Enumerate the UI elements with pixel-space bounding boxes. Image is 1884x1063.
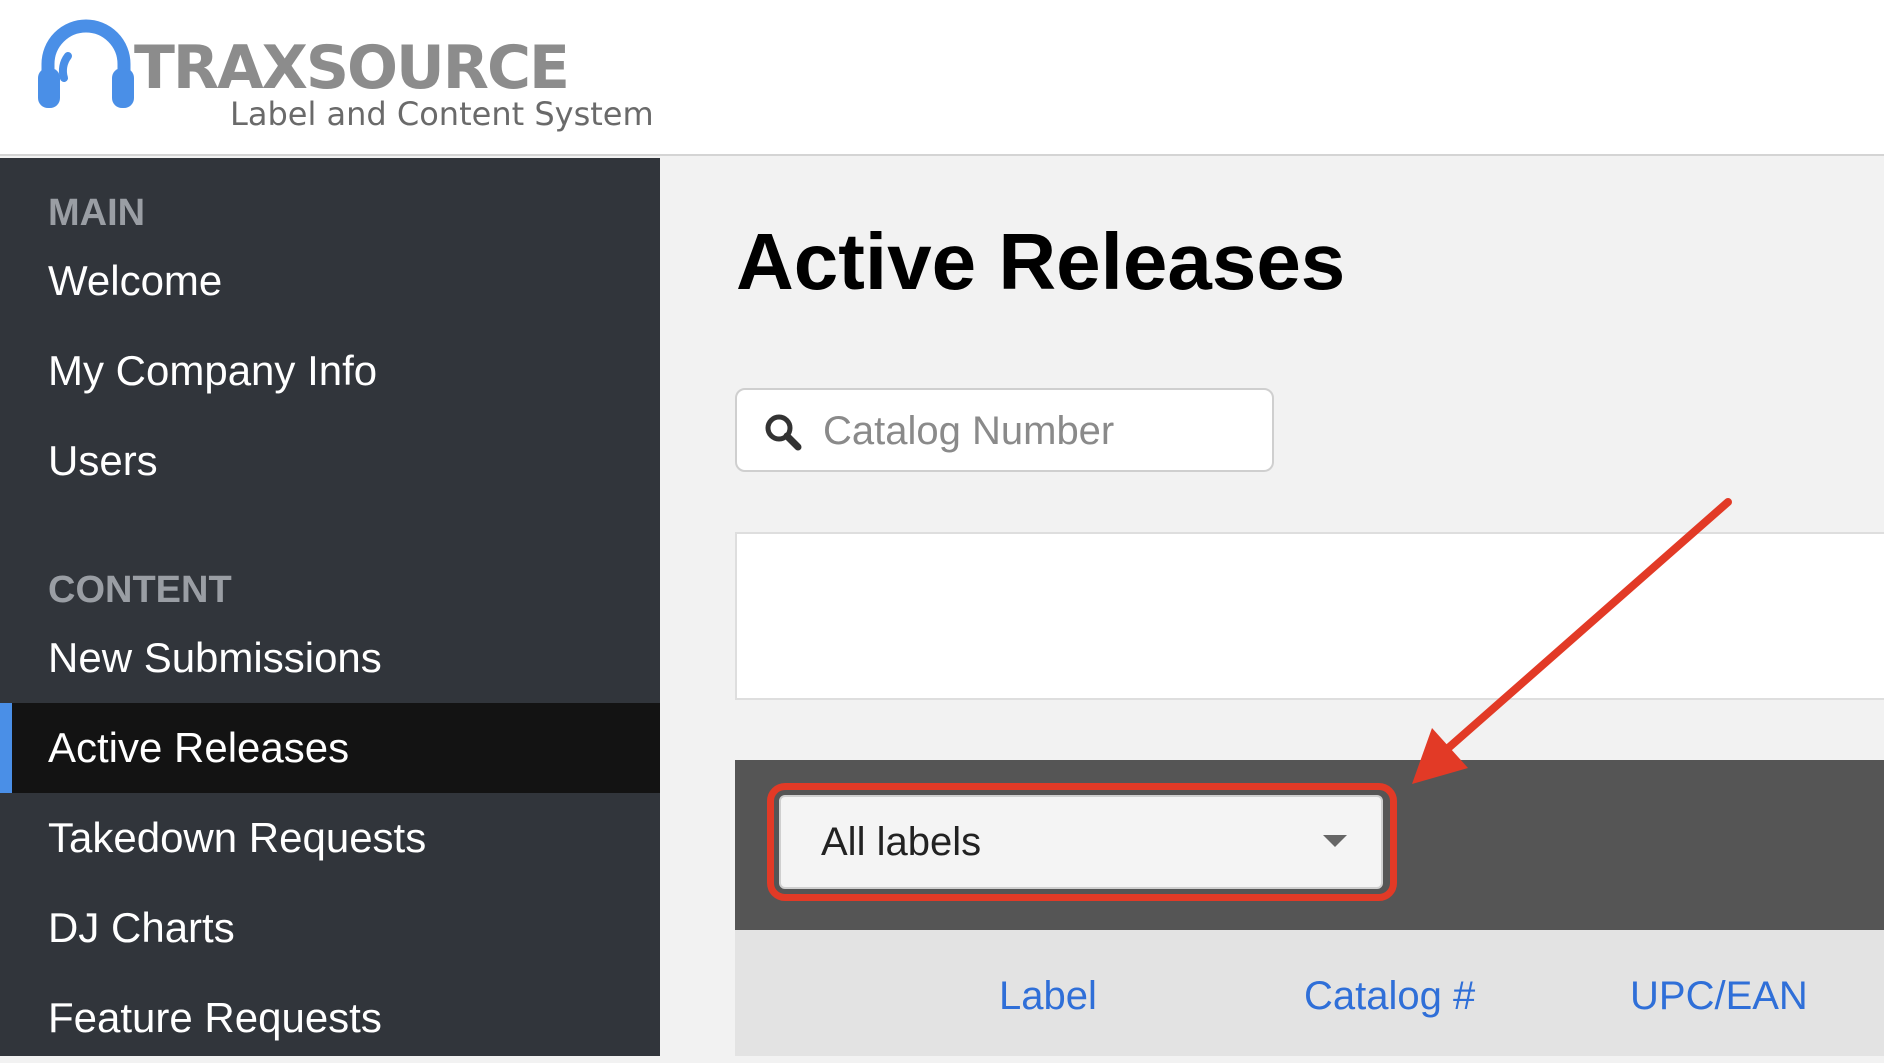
highlight-box xyxy=(767,783,1397,901)
sidebar: MAIN Welcome My Company Info Users CONTE… xyxy=(0,158,660,1056)
app-header: TRAXSOURCE Label and Content System xyxy=(0,0,1884,156)
logo-wordmark: TRAXSOURCE xyxy=(134,33,570,103)
sidebar-item-active-releases[interactable]: Active Releases xyxy=(0,703,660,793)
catalog-search-box[interactable] xyxy=(735,388,1274,472)
sidebar-section-content: CONTENT xyxy=(48,569,232,611)
filter-panel xyxy=(735,532,1884,700)
sidebar-section-main: MAIN xyxy=(48,192,146,234)
sidebar-item-feature-requests[interactable]: Feature Requests xyxy=(0,973,660,1063)
sidebar-item-takedown-requests[interactable]: Takedown Requests xyxy=(0,793,660,883)
sidebar-item-welcome[interactable]: Welcome xyxy=(0,236,660,326)
sidebar-item-my-company-info[interactable]: My Company Info xyxy=(0,326,660,416)
sidebar-item-new-submissions[interactable]: New Submissions xyxy=(0,613,660,703)
headphones-icon xyxy=(38,19,134,108)
sidebar-item-users[interactable]: Users xyxy=(0,416,660,506)
page-title: Active Releases xyxy=(736,217,1346,306)
column-header-catalog[interactable]: Catalog # xyxy=(1304,976,1475,1016)
table-header: Label Catalog # UPC/EAN xyxy=(735,930,1884,1056)
logo-tagline: Label and Content System xyxy=(230,95,654,133)
catalog-number-input[interactable] xyxy=(821,392,1265,470)
column-header-upc-ean[interactable]: UPC/EAN xyxy=(1630,976,1808,1016)
sidebar-item-dj-charts[interactable]: DJ Charts xyxy=(0,883,660,973)
traxsource-logo[interactable]: TRAXSOURCE Label and Content System xyxy=(34,16,654,141)
search-icon xyxy=(765,414,802,451)
column-header-label[interactable]: Label xyxy=(999,976,1097,1016)
